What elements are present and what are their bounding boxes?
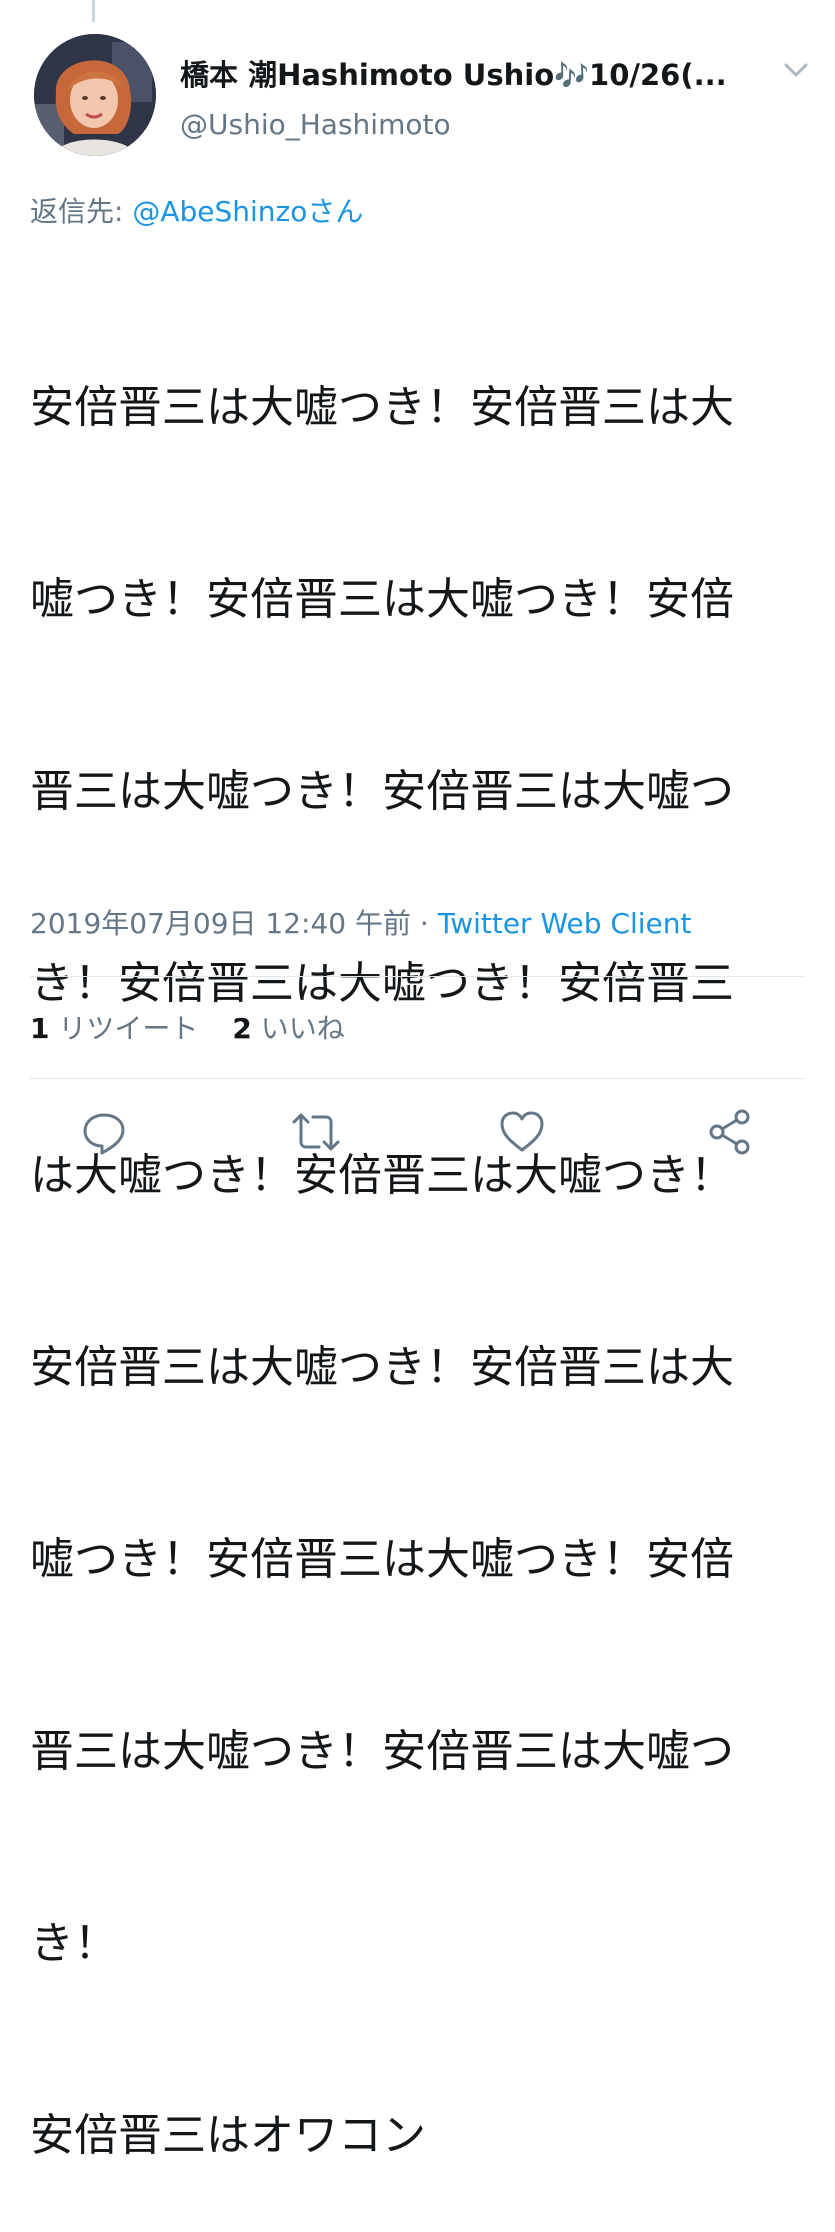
tweet-text-line: 安倍晋三は大嘘つき！安倍晋三は大 [30,382,734,433]
likes-stat[interactable]: 2 いいね [232,1012,344,1045]
reply-icon [83,1113,125,1155]
likes-label: いいね [251,1012,345,1045]
like-button[interactable] [498,1108,546,1156]
tweet-text-line: 安倍晋三は大嘘つき！安倍晋三は大 [30,1342,734,1393]
reply-button[interactable] [80,1108,128,1156]
username[interactable]: @Ushio_Hashimoto [180,108,451,141]
tweet-text-line: き！ [30,1918,118,1969]
tweet-text-line: 晋三は大嘘つき！安倍晋三は大嘘つ [30,1726,734,1777]
client-link[interactable]: Twitter Web Client [438,907,692,940]
tweet-header: 橋本 潮Hashimoto Ushio🎶10/26(... @Ushio_Has… [0,30,835,160]
tweet-text-line: 晋三は大嘘つき！安倍晋三は大嘘つ [30,766,734,817]
music-notes-emoji: 🎶 [554,59,590,92]
timestamp[interactable]: 2019年07月09日 12:40 午前 [30,907,411,940]
heart-icon [500,1111,544,1152]
retweet-icon [292,1113,340,1151]
tweet-text: 安倍晋三は大嘘つき！安倍晋三は大 嘘つき！安倍晋三は大嘘つき！安倍 晋三は大嘘つ… [30,248,810,2232]
share-button[interactable] [706,1108,754,1156]
likes-count: 2 [232,1012,252,1045]
action-bar [0,1108,835,1164]
display-name-suffix: 10/26(... [589,58,727,92]
reply-prefix: 返信先: [30,195,133,228]
share-icon [709,1109,750,1155]
thread-line [92,0,95,22]
avatar-image [34,34,156,156]
divider [30,976,805,977]
meta-separator: · [411,907,438,940]
tweet-text-line: 嘘つき！安倍晋三は大嘘つき！安倍 [30,574,734,625]
tweet-meta: 2019年07月09日 12:40 午前 · Twitter Web Clien… [30,902,691,942]
display-name-text: 橋本 潮Hashimoto Ushio [180,58,555,92]
tweet-stats: 1 リツイート 2 いいね [30,1007,345,1047]
retweets-label: リツイート [49,1012,199,1045]
tweet-text-line: 安倍晋三はオワコン [30,2110,426,2161]
tweet-text-line: 嘘つき！安倍晋三は大嘘つき！安倍 [30,1534,734,1585]
avatar[interactable] [34,34,156,156]
retweets-stat[interactable]: 1 リツイート [30,1012,198,1045]
retweets-count: 1 [30,1012,50,1045]
divider [30,1078,805,1079]
chevron-down-icon[interactable] [783,60,809,80]
reply-mention-link[interactable]: @AbeShinzoさん [132,195,363,228]
retweet-button[interactable] [290,1108,340,1156]
reply-context: 返信先: @AbeShinzoさん [30,190,363,230]
display-name[interactable]: 橋本 潮Hashimoto Ushio🎶10/26(... [180,52,760,94]
